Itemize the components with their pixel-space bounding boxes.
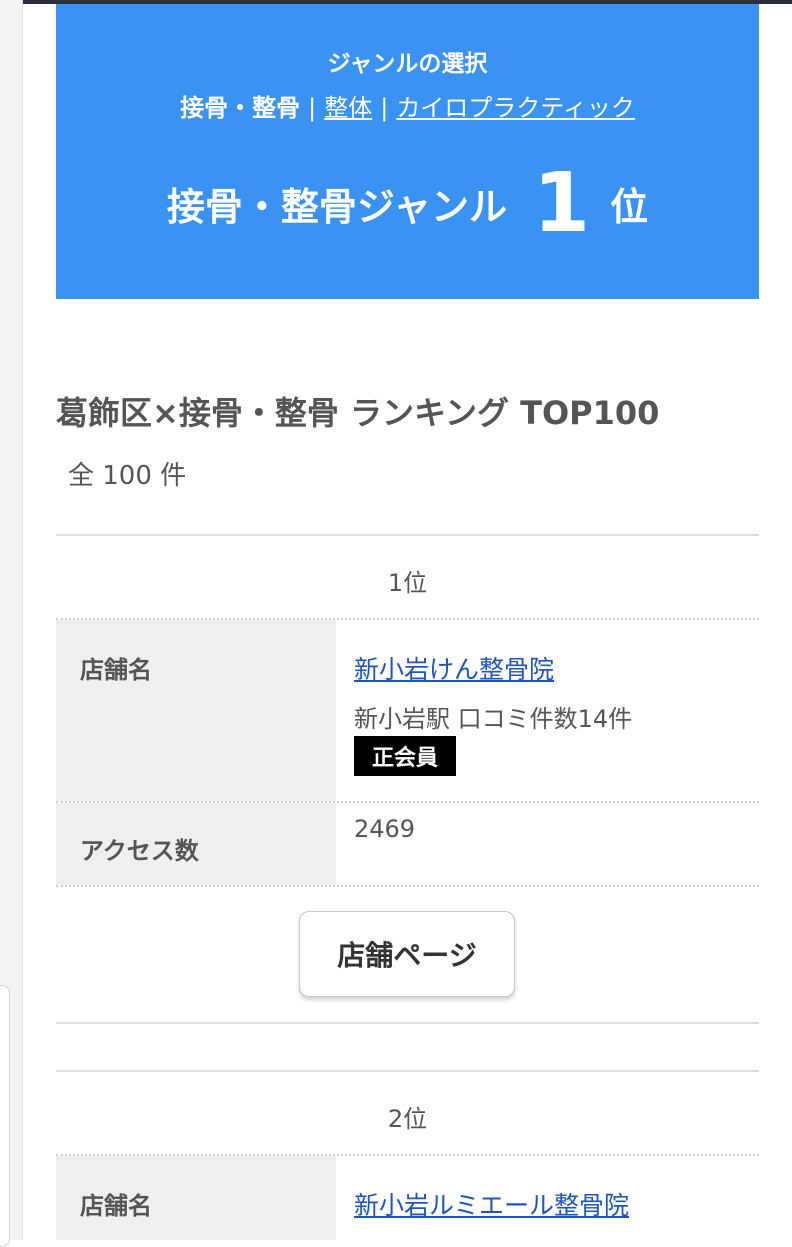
- side-panel-handle[interactable]: [0, 985, 10, 1247]
- genre-selector-title: ジャンルの選択: [327, 51, 488, 77]
- access-value-cell: 2469: [336, 803, 759, 885]
- genre-selector: ジャンルの選択 接骨・整骨 | 整体 | カイロプラクティック 接骨・整骨ジャンル 1 位: [56, 4, 759, 299]
- shop-name-label: 店舗名: [80, 656, 152, 684]
- member-badge: 正会員: [354, 736, 457, 776]
- entry-rank: 2位: [387, 1105, 428, 1133]
- entry-divider: [56, 534, 759, 536]
- genre-links: 接骨・整骨 | 整体 | カイロプラクティック: [56, 88, 759, 123]
- genre-separator: |: [308, 94, 317, 122]
- shop-name-link[interactable]: 新小岩けん整骨院: [354, 650, 554, 686]
- ranking-total-count: 全 100 件: [68, 461, 187, 491]
- access-label-cell: アクセス数: [56, 803, 336, 885]
- entry-divider: [56, 1022, 759, 1024]
- genre-link-chiropractic[interactable]: カイロプラクティック: [396, 94, 635, 122]
- entry-rank: 1位: [387, 569, 428, 597]
- genre-separator: |: [380, 94, 389, 122]
- shop-name-value-cell: 新小岩けん整骨院 新小岩駅 口コミ件数14件 正会員: [336, 620, 759, 801]
- shop-name-label-cell: 店舗名: [56, 620, 336, 801]
- ranking-title: 葛飾区×接骨・整骨 ランキング TOP100: [56, 394, 660, 432]
- shop-page-button[interactable]: 店舗ページ: [299, 911, 515, 997]
- shop-name-label-cell: 店舗名: [56, 1156, 336, 1240]
- genre-rank: 接骨・整骨ジャンル 1 位: [56, 156, 759, 251]
- genre-link-seitai[interactable]: 整体: [324, 94, 372, 122]
- access-count-label: アクセス数: [80, 837, 199, 865]
- row-divider: [56, 885, 759, 887]
- shop-name-link[interactable]: 新小岩ルミエール整骨院: [354, 1186, 629, 1222]
- shop-name-value-cell: 新小岩ルミエール整骨院: [336, 1156, 759, 1240]
- genre-rank-number: 1: [533, 156, 591, 251]
- genre-current: 接骨・整骨: [180, 94, 301, 122]
- shop-name-label: 店舗名: [80, 1192, 152, 1220]
- genre-rank-label: 接骨・整骨ジャンル: [166, 185, 508, 229]
- entry-divider: [56, 1070, 759, 1072]
- genre-rank-suffix: 位: [610, 185, 649, 229]
- shop-station-reviews: 新小岩駅 口コミ件数14件: [354, 705, 633, 733]
- access-count-value: 2469: [354, 815, 416, 843]
